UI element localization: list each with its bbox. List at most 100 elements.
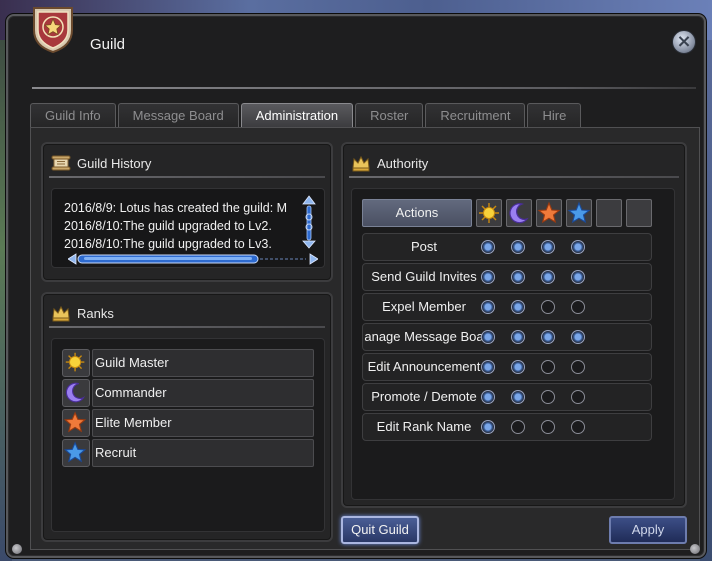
- permission-radio-off[interactable]: [511, 420, 525, 434]
- authority-panel: Authority Actions Post Send Guild Invite…: [341, 142, 687, 508]
- rank-icon-frame: [62, 439, 90, 467]
- authority-row: Promote / Demote: [362, 383, 652, 411]
- orange-star-icon: [537, 201, 561, 224]
- rank-icon-frame: [62, 349, 90, 377]
- permission-radio-on[interactable]: [571, 330, 585, 344]
- column-guild-master: [476, 199, 502, 227]
- permission-radio-on[interactable]: [511, 390, 525, 404]
- header-divider: [49, 176, 325, 178]
- rank-name: Commander: [92, 379, 314, 407]
- rank-row-commander[interactable]: Commander: [62, 379, 316, 407]
- tab-message-board[interactable]: Message Board: [117, 103, 239, 127]
- moon-icon: [65, 382, 84, 403]
- rank-icon-frame: [62, 409, 90, 437]
- tab-recruitment[interactable]: Recruitment: [425, 103, 526, 127]
- tab-hire[interactable]: Hire: [527, 103, 582, 127]
- permission-radio-off[interactable]: [541, 300, 555, 314]
- permission-radio-on[interactable]: [511, 330, 525, 344]
- authority-action-label: Promote / Demote: [371, 389, 477, 404]
- column-commander: [506, 199, 532, 227]
- permission-radio-off[interactable]: [571, 300, 585, 314]
- guild-history-header: Guild History: [51, 152, 151, 174]
- tab-roster[interactable]: Roster: [355, 103, 424, 127]
- authority-action-label: Edit Announcement: [367, 359, 481, 374]
- guild-crest-icon: [33, 7, 73, 54]
- authority-row: Post: [362, 233, 652, 261]
- history-entry: 2016/8/10:The guild upgraded to Lv2.: [64, 219, 272, 233]
- permission-radio-on[interactable]: [511, 270, 525, 284]
- permission-radio-off[interactable]: [541, 390, 555, 404]
- rank-list: Guild Master Commander Elite Member Recr…: [51, 338, 325, 532]
- authority-row: Send Guild Invites: [362, 263, 652, 291]
- permission-radio-on[interactable]: [511, 240, 525, 254]
- ranks-title: Ranks: [77, 305, 114, 321]
- permission-radio-on[interactable]: [511, 360, 525, 374]
- moon-icon: [509, 203, 529, 224]
- scroll-icon: [51, 155, 71, 171]
- permission-radio-off[interactable]: [571, 360, 585, 374]
- column-recruit: [566, 199, 592, 227]
- authority-action-label: Edit Rank Name: [376, 419, 472, 434]
- permission-radio-off[interactable]: [541, 420, 555, 434]
- frame-rivet: [12, 544, 22, 554]
- rank-name: Recruit: [92, 439, 314, 467]
- permission-radio-on[interactable]: [481, 270, 495, 284]
- crown-icon: [352, 155, 370, 172]
- tab-bar: Guild Info Message Board Administration …: [30, 103, 582, 127]
- header-divider: [349, 176, 679, 178]
- permission-radio-on[interactable]: [481, 420, 495, 434]
- authority-action-label: Send Guild Invites: [371, 269, 477, 284]
- permission-radio-on[interactable]: [571, 240, 585, 254]
- close-button[interactable]: ×: [672, 30, 696, 54]
- authority-row: Edit Announcement: [362, 353, 652, 381]
- vertical-scrollbar[interactable]: [302, 195, 316, 249]
- authority-table: Actions Post Send Guild Invites Expel Me…: [351, 188, 675, 500]
- authority-action-label: Post: [410, 239, 437, 254]
- permission-radio-on[interactable]: [481, 360, 495, 374]
- rank-row-elite-member[interactable]: Elite Member: [62, 409, 316, 437]
- ranks-header: Ranks: [51, 302, 114, 324]
- authority-action-label: anage Message Boa: [364, 329, 484, 344]
- actions-column-header: Actions: [362, 199, 472, 227]
- horizontal-scrollbar[interactable]: [68, 253, 318, 265]
- window-title: Guild: [90, 36, 126, 53]
- permission-radio-on[interactable]: [481, 390, 495, 404]
- permission-radio-on[interactable]: [541, 240, 555, 254]
- column-elite-member: [536, 199, 562, 227]
- permission-radio-on[interactable]: [481, 300, 495, 314]
- close-icon: ×: [676, 31, 692, 52]
- apply-button[interactable]: Apply: [609, 516, 687, 544]
- permission-radio-on[interactable]: [481, 240, 495, 254]
- ranks-panel: Ranks Guild Master Commander Elite Membe…: [41, 292, 333, 542]
- rank-name: Elite Member: [92, 409, 314, 437]
- history-log: 2016/8/9: Lotus has created the guild: M…: [51, 188, 325, 268]
- guild-window: Guild Info Message Board Administration …: [6, 14, 706, 558]
- permission-radio-on[interactable]: [571, 270, 585, 284]
- authority-row: Expel Member: [362, 293, 652, 321]
- column-empty-slot: [596, 199, 622, 227]
- title-divider: [32, 87, 696, 89]
- authority-title: Authority: [377, 155, 429, 171]
- quit-guild-button[interactable]: Quit Guild: [341, 516, 419, 544]
- rank-icon-frame: [62, 379, 90, 407]
- tab-guild-info[interactable]: Guild Info: [30, 103, 116, 127]
- permission-radio-on[interactable]: [481, 330, 495, 344]
- authority-row: anage Message Boa: [362, 323, 652, 351]
- permission-radio-off[interactable]: [541, 360, 555, 374]
- rank-row-recruit[interactable]: Recruit: [62, 439, 316, 467]
- permission-radio-off[interactable]: [571, 390, 585, 404]
- authority-row: Edit Rank Name: [362, 413, 652, 441]
- column-empty-slot: [626, 199, 652, 227]
- rank-row-guild-master[interactable]: Guild Master: [62, 349, 316, 377]
- permission-radio-on[interactable]: [541, 270, 555, 284]
- history-entry: 2016/8/9: Lotus has created the guild: M: [64, 201, 288, 215]
- permission-radio-off[interactable]: [571, 420, 585, 434]
- permission-radio-on[interactable]: [511, 300, 525, 314]
- sun-icon: [65, 352, 85, 372]
- authority-action-label: Expel Member: [382, 299, 466, 314]
- permission-radio-on[interactable]: [541, 330, 555, 344]
- header-divider: [49, 326, 325, 328]
- authority-header: Authority: [351, 152, 428, 174]
- tab-administration[interactable]: Administration: [240, 103, 354, 127]
- sun-icon: [479, 203, 499, 223]
